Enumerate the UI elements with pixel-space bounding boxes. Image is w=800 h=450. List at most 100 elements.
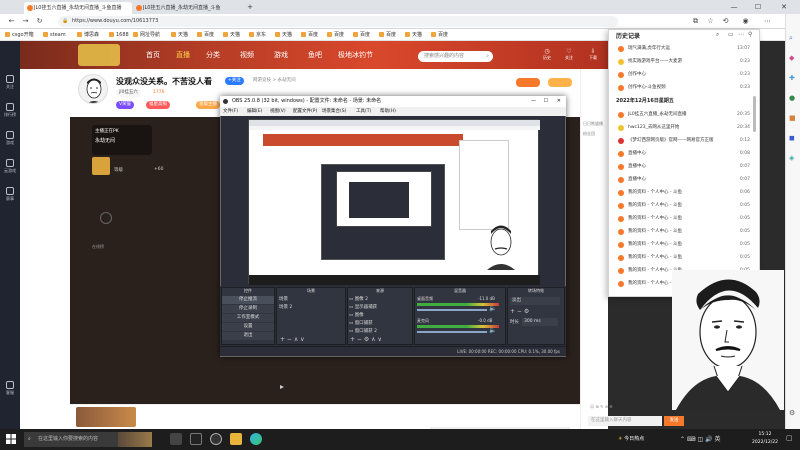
obs-menu-profile[interactable]: 配置文件(P): [293, 107, 317, 116]
settings-menu-icon[interactable]: ⋯: [762, 16, 773, 27]
history-item[interactable]: hwc123_去网从这里开始 20:34: [618, 123, 752, 133]
bookmark-item[interactable]: 网址导航: [132, 30, 160, 40]
share-button[interactable]: [516, 78, 540, 87]
bookmark-item[interactable]: 1688: [108, 30, 129, 40]
windows-start-icon[interactable]: [6, 434, 16, 444]
bookmark-item[interactable]: 百度: [430, 30, 448, 40]
transition-add-remove-icon[interactable]: + − ⚙: [510, 308, 529, 315]
settings-button[interactable]: 设置: [222, 323, 274, 331]
nav-live[interactable]: 直播: [176, 50, 190, 60]
header-history[interactable]: ◷ 历史: [538, 48, 556, 61]
bookmark-item[interactable]: 百度: [352, 30, 370, 40]
gear-icon[interactable]: ⚙: [789, 409, 795, 417]
obs-minimize-button[interactable]: —: [531, 96, 536, 107]
office-icon[interactable]: ■: [789, 114, 796, 122]
scene-add-remove-icon[interactable]: + − ∧ ∨: [280, 336, 305, 343]
bookmark-item[interactable]: csgo开箱: [4, 30, 34, 40]
nav-event[interactable]: 极地冰钓节: [338, 50, 373, 60]
report-button[interactable]: [548, 78, 572, 87]
task-view-icon[interactable]: [170, 433, 182, 445]
history-icon[interactable]: ⟲: [720, 16, 731, 27]
bookmark-item[interactable]: 博思森: [76, 30, 99, 40]
search-icon[interactable]: ⌕: [486, 51, 489, 62]
obs-menu-view[interactable]: 视图(V): [270, 107, 286, 116]
history-item[interactable]: 我的资料 - 个人中心 - 斗鱼0:05: [618, 227, 752, 237]
source-item[interactable]: ▭ 显示器捕获: [349, 304, 377, 310]
tray-icons[interactable]: ⌃ ⌨ ◫ 🔊 英: [680, 434, 720, 443]
refresh-icon[interactable]: ↻: [34, 16, 45, 27]
anchor-name[interactable]: jl0挂五六: [116, 89, 141, 97]
history-item[interactable]: 我的资料 - 个人中心 - 斗鱼0:05: [618, 201, 752, 211]
rank-badge[interactable]: V荣誉: [116, 101, 135, 109]
history-item[interactable]: 我的资料 - 个人中心 - 斗鱼0:05: [618, 253, 752, 263]
taskbar-clock[interactable]: 15:12 2022/12/22: [748, 431, 782, 447]
send-button[interactable]: 发送: [664, 416, 684, 426]
obs-menu-edit[interactable]: 编辑(E): [247, 107, 262, 116]
history-item[interactable]: 直播中心 0:07: [618, 162, 752, 172]
speaker-icon[interactable]: 🔈: [489, 327, 496, 334]
notification-icon[interactable]: ▢: [786, 434, 793, 442]
bookmark-item[interactable]: 百度: [326, 30, 344, 40]
edge-browser-icon[interactable]: [250, 433, 262, 445]
obs-maximize-button[interactable]: ☐: [544, 96, 548, 107]
shopping-icon[interactable]: ◆: [789, 54, 794, 62]
nav-video[interactable]: 视频: [240, 50, 254, 60]
studio-mode-button[interactable]: 工作室模式: [222, 314, 274, 322]
open-folder-icon[interactable]: ▭: [728, 31, 734, 38]
sidebar-item-rank[interactable]: 排行榜: [0, 103, 20, 118]
history-item[interactable]: 直播中心 0:08: [618, 149, 752, 159]
browser-tab-active[interactable]: JL0挂五六直播_永劫无间直播_斗鱼直播: [24, 2, 132, 14]
anchor-avatar[interactable]: [78, 74, 108, 104]
speaker-icon[interactable]: 🔈: [489, 305, 496, 312]
history-item[interactable]: 直播中心 0:07: [618, 175, 752, 185]
history-item[interactable]: 我的资料 - 个人中心 - 斗鱼 0:06: [618, 188, 752, 198]
bookmark-item[interactable]: 天猫: [404, 30, 422, 40]
room-category[interactable]: 网游竞技 > 永劫无间: [250, 77, 299, 85]
sidebar-item-follow[interactable]: 关注: [0, 75, 20, 90]
header-download[interactable]: ⇩ 下载: [584, 48, 602, 61]
source-add-remove-icon[interactable]: + − ⚙ ∧ ∨: [350, 336, 382, 343]
obs-menu-scene-collection[interactable]: 场景集合(S): [322, 107, 346, 116]
sidebar-item-game[interactable]: 游戏: [0, 131, 20, 146]
source-item[interactable]: ▭ 图像: [349, 312, 364, 318]
sidebar-item-events[interactable]: 赛事: [0, 187, 20, 202]
history-item[interactable]: 创作中心-斗鱼视频 0:23: [618, 83, 752, 93]
nav-home[interactable]: 首页: [146, 50, 160, 60]
more-icon[interactable]: ⋯: [738, 31, 744, 38]
nav-game[interactable]: 游戏: [274, 50, 288, 60]
source-item[interactable]: ▭ 窗口捕获 2: [349, 328, 377, 334]
close-window-button[interactable]: ✕: [770, 0, 798, 14]
scene-item[interactable]: 场景 2: [279, 304, 292, 310]
gift-banner[interactable]: [76, 407, 136, 427]
search-icon[interactable]: ⌕: [716, 31, 719, 39]
bookmark-item[interactable]: 天猫: [170, 30, 188, 40]
weather-widget[interactable]: ☀ 今日热点: [618, 432, 668, 447]
forward-icon[interactable]: →: [20, 16, 31, 27]
bookmark-item[interactable]: steam: [42, 30, 66, 40]
bookmark-item[interactable]: 百度: [300, 30, 318, 40]
bookmark-item[interactable]: 百度: [196, 30, 214, 40]
sidebar-item-cloud-game[interactable]: 云游戏: [0, 159, 20, 174]
new-tab-button[interactable]: +: [243, 0, 257, 14]
extensions-icon[interactable]: ⧉: [690, 16, 701, 27]
transition-duration-input[interactable]: 300 ms: [522, 318, 558, 326]
bookmark-item[interactable]: 京东: [248, 30, 266, 40]
history-item[interactable]: 创作中心 0:23: [618, 70, 752, 80]
drop-icon[interactable]: ◈: [789, 154, 794, 162]
obs-app-icon[interactable]: [210, 433, 222, 445]
badge-lucky[interactable]: 福星高照: [146, 101, 170, 109]
profile-icon[interactable]: ◉: [740, 16, 751, 27]
bookmark-item[interactable]: 百度: [378, 30, 396, 40]
badge-star[interactable]: 星级主播: [196, 101, 220, 109]
url-input[interactable]: 🔒 https://www.douyu.com/10613773: [58, 16, 618, 27]
history-scrollbar[interactable]: [753, 96, 756, 132]
site-search-input[interactable]: 搜索感兴趣的内容 ⌕: [418, 51, 493, 62]
pin-icon[interactable]: ⚲: [748, 31, 752, 38]
back-icon[interactable]: ←: [6, 16, 17, 27]
history-item[interactable]: JL0挂五六直播_永劫无间直播 20:35: [618, 110, 752, 120]
history-item[interactable]: 我的资料 - 个人中心 - 斗鱼0:05: [618, 240, 752, 250]
stop-streaming-button[interactable]: 停止推流: [222, 296, 274, 304]
search-icon[interactable]: ⌕: [789, 34, 793, 43]
history-item[interactable]: 我的资料 - 个人中心 - 斗鱼0:05: [618, 214, 752, 224]
stop-recording-button[interactable]: 停止录制: [222, 305, 274, 313]
